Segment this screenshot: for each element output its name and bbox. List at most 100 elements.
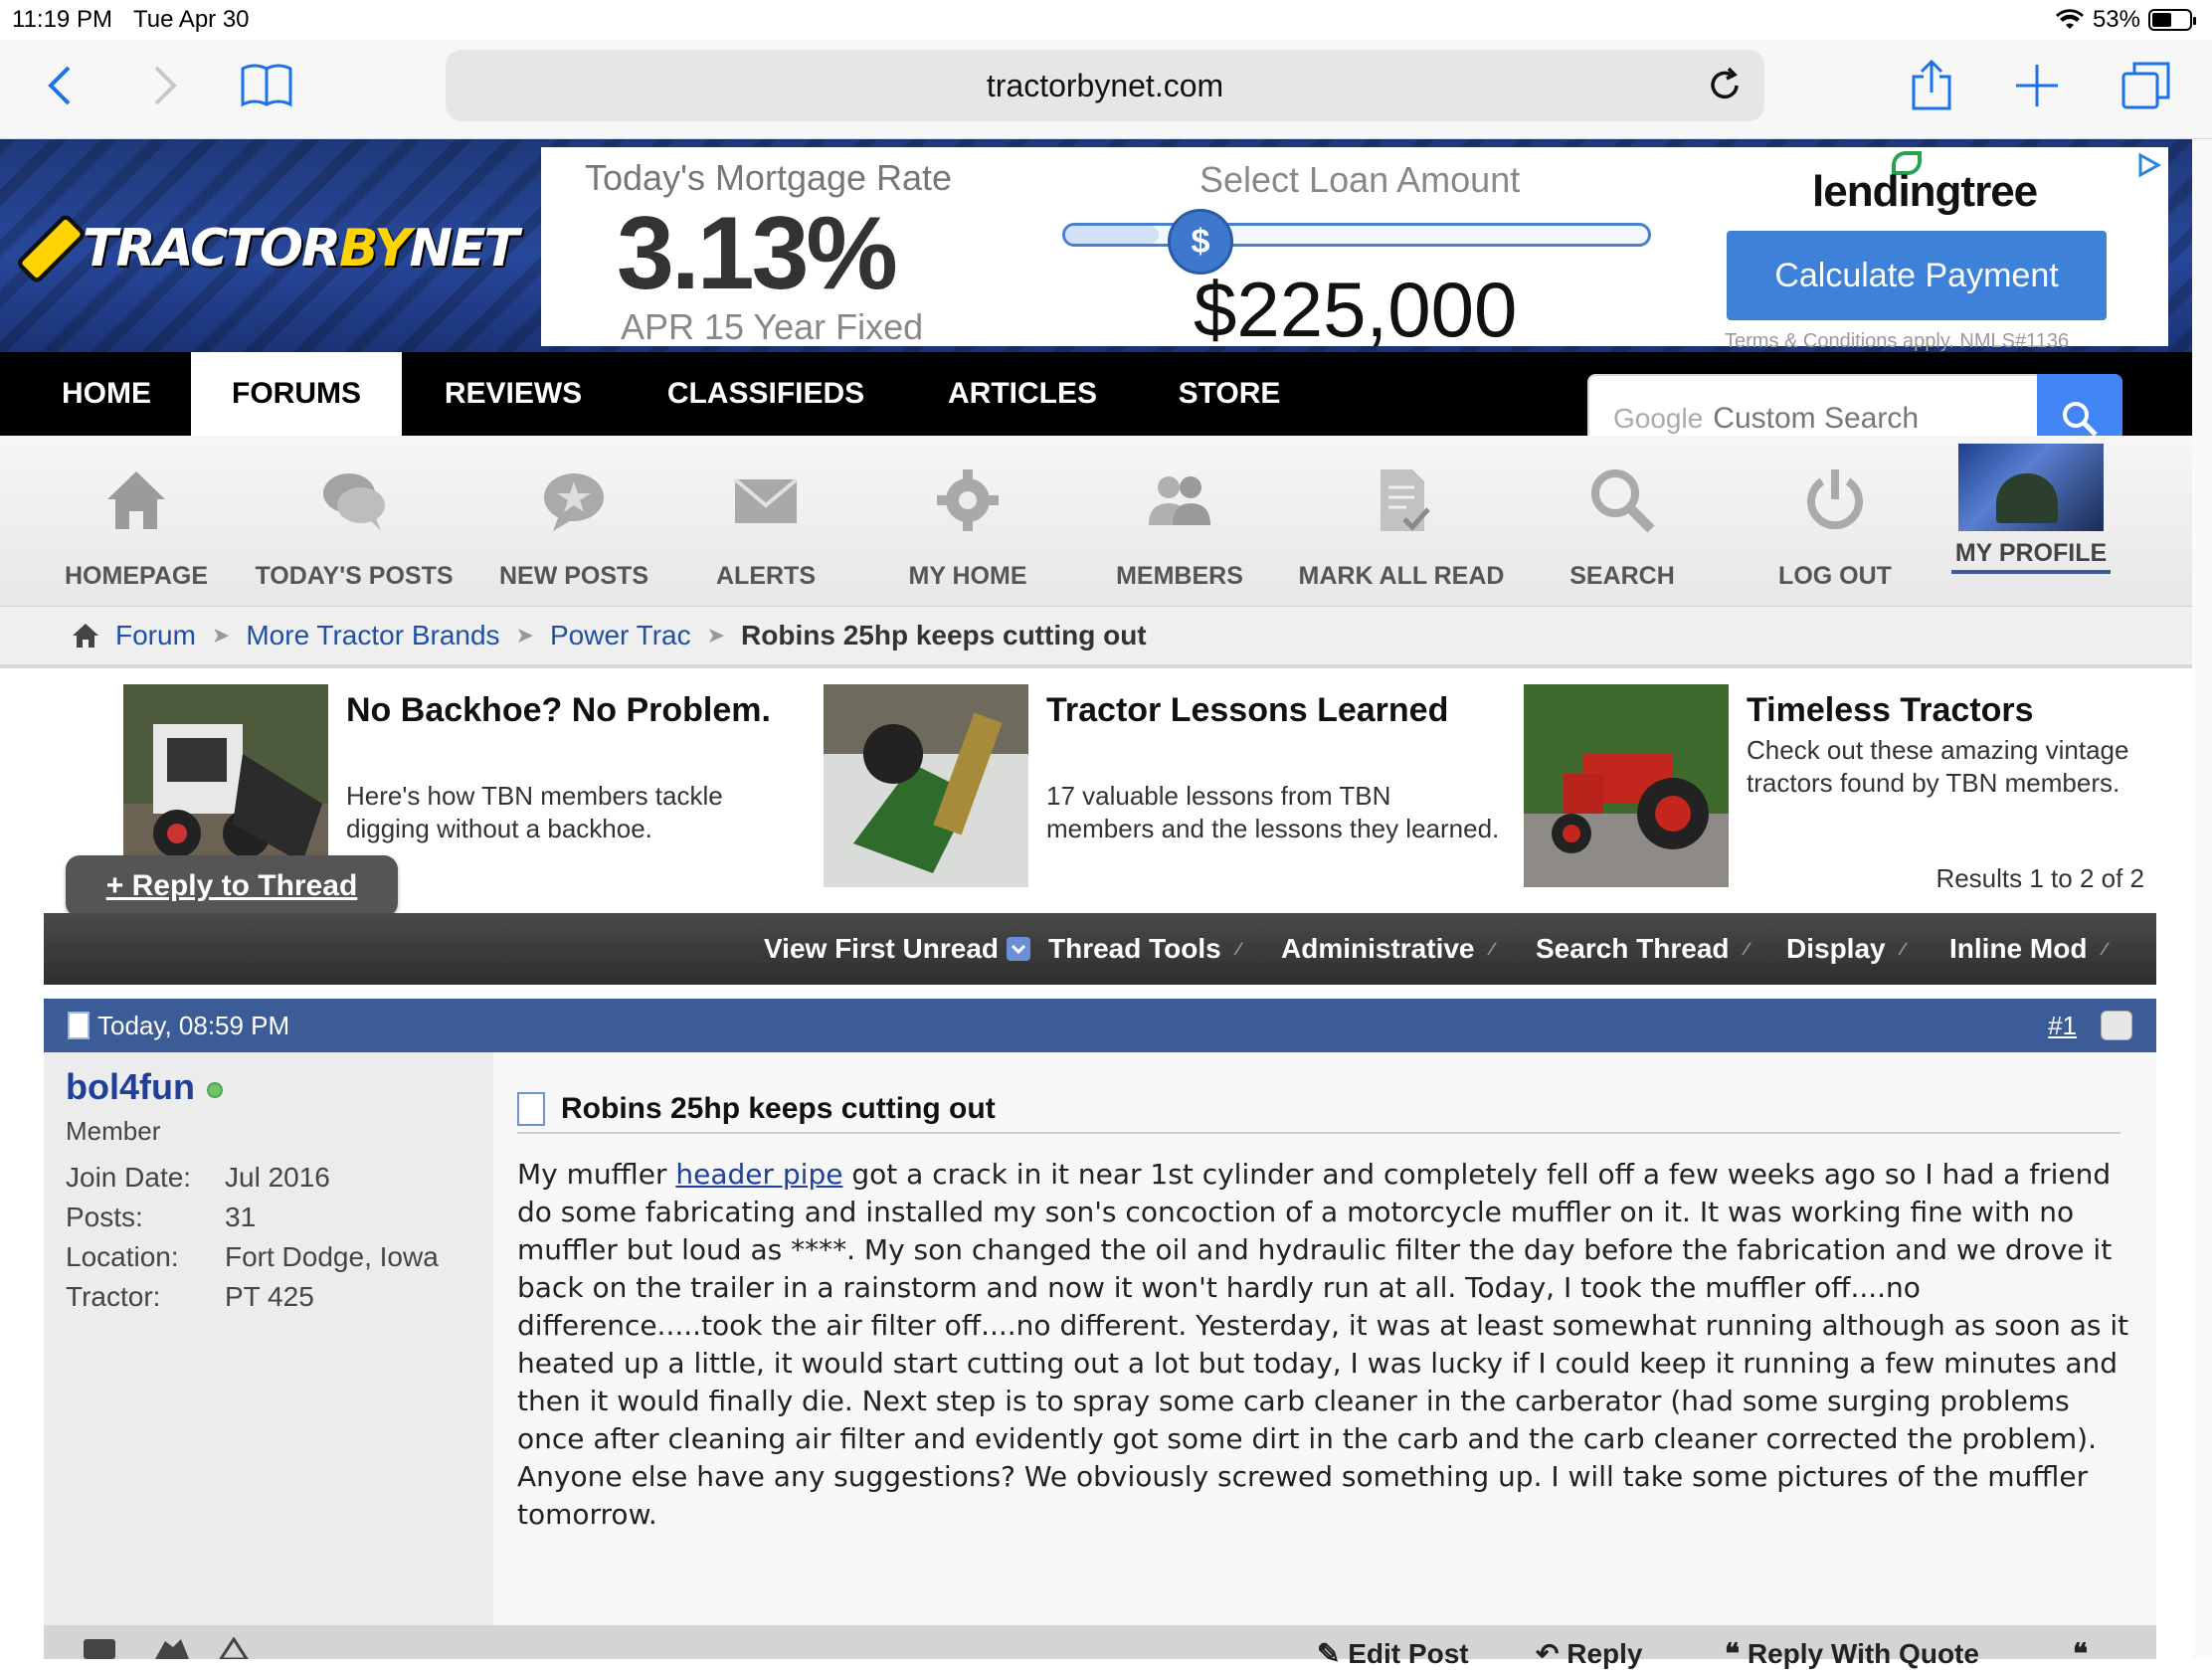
members-icon <box>1149 476 1210 525</box>
battery-fill <box>2152 13 2171 27</box>
promo-title: Tractor Lessons Learned <box>1046 691 1449 729</box>
power-icon <box>1807 469 1863 530</box>
wifi-icon <box>2055 9 2084 29</box>
forum-subnav: HOMEPAGE TODAY'S POSTS NEW POSTS ALERTS … <box>0 436 2192 607</box>
reload-icon[interactable] <box>1705 66 1745 105</box>
book-icon[interactable] <box>239 58 294 113</box>
subnav-homepage[interactable]: HOMEPAGE <box>62 465 211 605</box>
user-posts: Posts: 31 <box>66 1202 257 1232</box>
username-link[interactable]: bol4fun <box>66 1066 195 1108</box>
display-menu[interactable]: Display ∕ <box>1786 913 1905 985</box>
thread-tools-menu[interactable]: Thread Tools ∕ <box>1048 913 1240 985</box>
logo-text: TRACTORBYNET <box>82 219 519 278</box>
post-number-link[interactable]: #1 <box>2048 1011 2077 1041</box>
breadcrumb-power-trac[interactable]: Power Trac <box>550 620 691 651</box>
administrative-menu[interactable]: Administrative ∕ <box>1281 913 1494 985</box>
edit-post-button[interactable]: ✎ Edit Post <box>1317 1637 1469 1670</box>
promo-title: Timeless Tractors <box>1747 691 2034 729</box>
battery-percent: 53% <box>2092 6 2140 33</box>
post-header: Today, 08:59 PM #1 <box>44 999 2156 1052</box>
tab-classifieds[interactable]: CLASSIFIEDS <box>645 352 887 436</box>
post-content: My muffler header pipe got a crack in it… <box>517 1158 2129 1531</box>
share-icon[interactable] <box>1904 58 1959 113</box>
breadcrumb-more-tractor-brands[interactable]: More Tractor Brands <box>246 620 499 651</box>
reply-arrow-icon: ↶ <box>1536 1638 1567 1669</box>
promo-description: 17 valuable lessons from TBN members and… <box>1046 781 1500 843</box>
ad-rate: 3.13% <box>617 196 898 311</box>
post-body: Robins 25hp keeps cutting out My muffler… <box>493 1052 2156 1625</box>
user-join-date: Join Date: Jul 2016 <box>66 1162 330 1193</box>
search-icon <box>2063 402 2098 437</box>
arrow-down-icon <box>1007 937 1031 961</box>
subnav-search[interactable]: SEARCH <box>1548 465 1697 605</box>
tab-articles[interactable]: ARTICLES <box>927 352 1118 436</box>
caret-icon: ∕ <box>1745 938 1749 959</box>
search-thread-menu[interactable]: Search Thread ∕ <box>1536 913 1749 985</box>
calculate-payment-button[interactable]: Calculate Payment <box>1727 231 2107 320</box>
tab-reviews[interactable]: REVIEWS <box>422 352 605 436</box>
ad-rate-title: Today's Mortgage Rate <box>585 157 953 198</box>
ad-loan-title: Select Loan Amount <box>1199 159 1521 200</box>
ad-terms: Terms & Conditions apply. NMLS#1136 <box>1725 330 2070 352</box>
user-title: Member <box>66 1116 161 1146</box>
mortgage-ad[interactable]: Today's Mortgage Rate 3.13% APR 15 Year … <box>541 147 2168 352</box>
reply-with-quote-button[interactable]: ❝ Reply With Quote <box>1725 1637 1979 1670</box>
subnav-alerts[interactable]: ALERTS <box>696 465 835 605</box>
tabs-icon[interactable] <box>2119 58 2174 113</box>
ad-apr: APR 15 Year Fixed <box>621 306 924 347</box>
results-count: Results 1 to 2 of 2 <box>1936 863 2144 893</box>
adchoices-icon[interactable] <box>2134 151 2162 179</box>
breadcrumb-forum[interactable]: Forum <box>115 620 196 651</box>
avatar <box>1958 444 2104 531</box>
header-pipe-link[interactable]: header pipe <box>675 1158 842 1191</box>
plus-icon[interactable] <box>2009 58 2065 113</box>
subnav-log-out[interactable]: LOG OUT <box>1760 465 1910 605</box>
subnav-mark-all-read[interactable]: MARK ALL READ <box>1297 465 1506 605</box>
caret-icon: ∕ <box>2103 938 2107 959</box>
tab-home[interactable]: HOME <box>26 352 187 436</box>
online-status-icon <box>207 1082 223 1098</box>
thumbs-icon[interactable] <box>151 1637 191 1659</box>
subnav-members[interactable]: MEMBERS <box>1106 465 1253 605</box>
breadcrumb-current: Robins 25hp keeps cutting out <box>741 620 1147 650</box>
reply-to-thread-button[interactable]: + Reply to Thread <box>66 855 398 917</box>
promo-timeless-tractors[interactable]: Timeless Tractors Check out these amazin… <box>1524 684 2140 887</box>
ad-brand: lendingtree <box>1812 167 2038 216</box>
reply-button[interactable]: ↶ Reply <box>1536 1637 1643 1670</box>
warning-icon[interactable] <box>219 1637 249 1659</box>
tab-store[interactable]: STORE <box>1154 352 1305 436</box>
loan-slider[interactable] <box>1062 223 1651 247</box>
status-time: 11:19 PM <box>12 6 112 33</box>
ad-amount: $225,000 <box>1194 266 1518 352</box>
subnav-todays-posts[interactable]: TODAY'S POSTS <box>253 465 456 605</box>
loan-slider-fill <box>1065 226 1159 244</box>
google-label: Google <box>1613 403 1704 434</box>
tb-icon[interactable] <box>84 1639 115 1659</box>
inline-mod-menu[interactable]: Inline Mod ∕ <box>1949 913 2106 985</box>
multi-quote-button[interactable]: ❝ <box>2073 1637 2088 1670</box>
tab-forums[interactable]: FORUMS <box>191 352 402 436</box>
address-bar[interactable]: tractorbynet.com <box>446 50 1764 121</box>
post-date: Today, 08:59 PM <box>97 1010 290 1040</box>
user-location: Location: Fort Dodge, Iowa <box>66 1241 439 1272</box>
browser-toolbar: tractorbynet.com <box>0 40 2212 139</box>
subnav-new-posts[interactable]: NEW POSTS <box>491 465 656 605</box>
subnav-my-profile[interactable]: MY PROFILE <box>1951 444 2111 605</box>
promo-tractor-lessons[interactable]: Tractor Lessons Learned 17 valuable less… <box>824 684 1499 887</box>
post-document-icon <box>68 1012 90 1039</box>
home-icon[interactable] <box>72 622 99 649</box>
post-select-checkbox[interactable] <box>2101 1011 2132 1040</box>
post-footer: ✎ Edit Post ↶ Reply ❝ Reply With Quote ❝ <box>44 1625 2156 1669</box>
status-date: Tue Apr 30 <box>133 6 250 33</box>
page-scrollbar[interactable] <box>2192 139 2212 1659</box>
caret-icon: ∕ <box>1236 938 1240 959</box>
breadcrumb: Forum ➤ More Tractor Brands ➤ Power Trac… <box>0 607 2192 664</box>
caret-icon: ∕ <box>1490 938 1494 959</box>
tractorbynet-logo[interactable]: TRACTORBYNET <box>15 199 519 298</box>
subnav-my-home[interactable]: MY HOME <box>895 465 1040 605</box>
url-text: tractorbynet.com <box>986 67 1224 103</box>
chevron-left-icon[interactable] <box>32 58 88 113</box>
view-first-unread-link[interactable]: View First Unread <box>764 913 1031 985</box>
chevron-right-icon[interactable] <box>137 58 193 113</box>
thread-toolbar: View First Unread Thread Tools ∕ Administ… <box>44 913 2156 985</box>
